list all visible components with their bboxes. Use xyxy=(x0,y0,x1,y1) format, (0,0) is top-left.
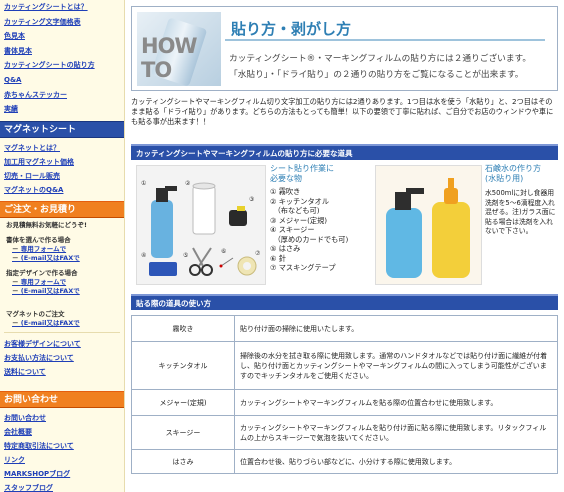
banner-desc-line: 「水貼り」・「ドライ貼り」の２通りの貼り方をご覧になることが出来ます。 xyxy=(229,70,524,80)
sidebar-order-email-link[interactable]: － (E-mail又はFAXで xyxy=(0,319,124,328)
soap-water-title-line: (水貼り用) xyxy=(485,174,524,183)
sidebar-heading-contact: お問い合わせ xyxy=(0,390,124,408)
tool-item: ① 霧吹き xyxy=(270,187,301,196)
soap-water-description: 水500mlに対し食器用洗剤を5～6滴程度入れ混ぜる。注)ガラス面に貼る場合は洗… xyxy=(485,189,559,235)
sidebar-link-font-samples[interactable]: 書体見本 xyxy=(4,44,124,59)
sidebar-link-magnet-qa[interactable]: マグネットのQ&A xyxy=(4,183,124,197)
sidebar-order-email-link[interactable]: － (E-mail又はFAXで xyxy=(0,254,124,263)
sidebar-order-form-link[interactable]: － 専用フォームで xyxy=(0,245,124,254)
tools-area: ① ② ③ ④ ⑤ ⑥ ⑦ シート貼り作業に 必要な物 ① 霧吹き ② キッチン… xyxy=(131,162,559,290)
tool-desc-cell: 貼り付け面の掃除に使用いたします。 xyxy=(234,315,558,342)
sidebar: カッティングシートとは？ カッティング文字価格表 色見本 書体見本 カッティング… xyxy=(0,0,125,492)
soap-water-photo xyxy=(375,165,482,285)
sidebar-heading-order: ご注文・お見積り xyxy=(0,200,124,218)
tool-desc-cell: 掃除後の水分を拭き取る際に使用致します。通常のハンドタオルなどでは貼り付け面に繊… xyxy=(234,341,558,390)
sidebar-divider xyxy=(4,331,120,333)
sidebar-order-group-label: 書体を選んで作る場合 xyxy=(6,235,71,244)
sidebar-order-email-link[interactable]: － (E-mail又はFAXで xyxy=(0,287,124,296)
tool-number: ⑥ xyxy=(221,248,227,255)
sidebar-link-about-magnet[interactable]: マグネットとは？ xyxy=(4,141,124,155)
tool-name-cell: キッチンタオル xyxy=(131,341,235,390)
table-row: 霧吹き 貼り付け面の掃除に使用いたします。 xyxy=(131,315,558,342)
tools-photo: ① ② ③ ④ ⑤ ⑥ ⑦ xyxy=(136,165,266,285)
tool-item: （厚めのカードでも可) xyxy=(270,234,349,244)
soap-water-title-line: 石鹸水の作り方 xyxy=(485,164,541,173)
tool-item: （布なども可) xyxy=(270,206,320,215)
banner-description: カッティングシート®・マーキングフィルムの貼り方には２通りございます。 「水貼り… xyxy=(229,51,554,83)
sidebar-link-payment[interactable]: お支払い方法について xyxy=(4,351,124,365)
tool-number: ① xyxy=(141,180,147,187)
soap-water-illustration xyxy=(376,166,481,284)
banner-desc-line: カッティングシート®・マーキングフィルムの貼り方には２通りございます。 xyxy=(229,54,532,64)
sidebar-link-baby-sticker[interactable]: 赤ちゃんステッカー xyxy=(4,88,124,103)
tool-desc-cell: カッティングシートやマーキングフィルムを貼り付け面に貼る際に使用致します。リタッ… xyxy=(234,415,558,450)
table-row: キッチンタオル 掃除後の水分を拭き取る際に使用致します。通常のハンドタオルなどで… xyxy=(131,341,558,390)
sidebar-link-about-cutting-sheet[interactable]: カッティングシートとは？ xyxy=(4,0,124,15)
title-underline xyxy=(225,39,545,41)
tool-name-cell: はさみ xyxy=(131,449,235,474)
usage-table: 霧吹き 貼り付け面の掃除に使用いたします。 キッチンタオル 掃除後の水分を拭き取… xyxy=(131,315,558,474)
sidebar-link-results[interactable]: 実績 xyxy=(4,102,124,117)
sidebar-link-company[interactable]: 会社概要 xyxy=(4,425,124,439)
tool-item: ⑦ マスキングテープ xyxy=(270,263,336,272)
sidebar-order-group-label: マグネットのご注文 xyxy=(6,309,65,318)
sidebar-link-commerce-law[interactable]: 特定商取引法について xyxy=(4,439,124,453)
table-row: はさみ 位置合わせ後、貼りづらい部などに、小分けする際に使用致します。 xyxy=(131,449,558,474)
tool-number: ③ xyxy=(249,196,255,203)
tool-item: ⑥ 針 xyxy=(270,253,286,263)
tool-desc-cell: 位置合わせ後、貼りづらい部などに、小分けする際に使用致します。 xyxy=(234,449,558,474)
sidebar-order-note: お見積無料お気軽にどうぞ! xyxy=(6,220,87,229)
sidebar-link-markshop-blog[interactable]: MARKSHOPブログ xyxy=(4,467,124,481)
sidebar-link-price-table[interactable]: カッティング文字価格表 xyxy=(4,15,124,30)
tool-item: ④ スキージー xyxy=(270,225,315,234)
soap-water-title: 石鹸水の作り方 (水貼り用) xyxy=(485,164,541,184)
sidebar-link-qa[interactable]: Q&A xyxy=(4,73,124,88)
page-title: 貼り方・剥がし方 xyxy=(231,20,352,38)
sheet-roll-image: HOW TO xyxy=(137,12,221,86)
howto-label: HOW TO xyxy=(141,34,198,82)
table-row: スキージー カッティングシートやマーキングフィルムを貼り付け面に貼る際に使用致し… xyxy=(131,415,558,450)
tool-item: ⑤ はさみ xyxy=(270,244,301,253)
section-heading-tools: カッティングシートやマーキングフィルムの貼り方に必要な道具 xyxy=(131,144,558,160)
sidebar-link-staff-blog[interactable]: スタッフブログ xyxy=(4,481,124,492)
tool-number: ⑦ xyxy=(255,250,261,257)
tools-caption: シート貼り作業に 必要な物 xyxy=(270,164,334,184)
sidebar-order-form-link[interactable]: － 専用フォームで xyxy=(0,278,124,287)
sidebar-link-magnet-price[interactable]: 加工用マグネット価格 xyxy=(4,155,124,169)
sidebar-link-contact[interactable]: お問い合わせ xyxy=(4,411,124,425)
tool-number: ② xyxy=(185,180,191,187)
tool-item: ③ メジャー(定規) xyxy=(270,215,328,225)
main-content: HOW TO 貼り方・剥がし方 カッティングシート®・マーキングフィルムの貼り方… xyxy=(131,0,559,492)
sidebar-order-group-label: 指定デザインで作る場合 xyxy=(6,268,78,277)
sidebar-link-links[interactable]: リンク xyxy=(4,453,124,467)
tool-number: ④ xyxy=(141,252,147,259)
sidebar-link-color-samples[interactable]: 色見本 xyxy=(4,29,124,44)
tool-name-cell: メジャー(定規) xyxy=(131,389,235,416)
tools-caption-line: 必要な物 xyxy=(270,174,302,183)
tools-illustration xyxy=(137,166,265,284)
table-row: メジャー(定規) カッティングシートやマーキングフィルムを貼る際の位置合わせに使… xyxy=(131,389,558,416)
sidebar-top-links: カッティングシートとは？ カッティング文字価格表 色見本 書体見本 カッティング… xyxy=(0,0,124,117)
tools-list: ① 霧吹き ② キッチンタオル （布なども可) ③ メジャー(定規) ④ スキー… xyxy=(270,187,348,273)
sidebar-contact-links: お問い合わせ 会社概要 特定商取引法について リンク MARKSHOPブログ ス… xyxy=(0,411,124,492)
sidebar-magnet-links: マグネットとは？ 加工用マグネット価格 切売・ロール販売 マグネットのQ&A xyxy=(0,141,124,197)
intro-text: カッティングシートやマーキングフィルム切り文字加工の貼り方には2通りあります。1… xyxy=(131,97,554,126)
tool-name-cell: 霧吹き xyxy=(131,315,235,342)
sidebar-link-customer-design[interactable]: お客様デザインについて xyxy=(4,337,124,351)
tools-caption-line: シート貼り作業に xyxy=(270,164,334,173)
tool-name-cell: スキージー xyxy=(131,415,235,450)
sidebar-link-roll-sales[interactable]: 切売・ロール販売 xyxy=(4,169,124,183)
tool-desc-cell: カッティングシートやマーキングフィルムを貼る際の位置合わせに使用致します。 xyxy=(234,389,558,416)
howto-banner: HOW TO 貼り方・剥がし方 カッティングシート®・マーキングフィルムの貼り方… xyxy=(131,6,558,91)
sidebar-link-shipping[interactable]: 送料について xyxy=(4,365,124,379)
section-heading-usage: 貼る際の道具の使い方 xyxy=(131,294,558,310)
sidebar-heading-magnet: マグネットシート xyxy=(0,120,124,138)
tool-number: ⑤ xyxy=(183,252,189,259)
sidebar-link-how-to-apply[interactable]: カッティングシートの貼り方 xyxy=(4,58,124,73)
sidebar-extra-links: お客様デザインについて お支払い方法について 送料について xyxy=(0,337,124,379)
tool-item: ② キッチンタオル xyxy=(270,196,330,206)
